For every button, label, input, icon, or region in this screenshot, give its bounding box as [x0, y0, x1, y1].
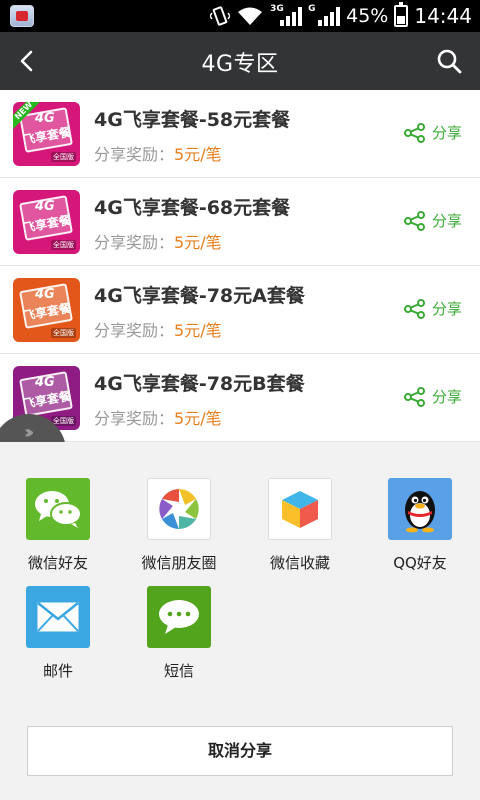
share-icon	[403, 298, 425, 319]
share-button[interactable]: 分享	[403, 298, 462, 319]
reward-text: 分享奖励：5元/笔	[94, 145, 222, 164]
search-icon	[437, 49, 462, 74]
battery-icon	[394, 2, 409, 27]
package-row[interactable]: 4G 飞享套餐 全国版 NEW 4G飞享套餐-58元套餐 分享奖励：5元/笔 分…	[0, 90, 480, 178]
share-icon	[403, 210, 425, 231]
clock: 14:44	[414, 4, 472, 28]
package-row[interactable]: 4G 飞享套餐 全国版 4G飞享套餐-78元A套餐 分享奖励：5元/笔 分享	[0, 266, 480, 354]
package-title: 4G飞享套餐-68元套餐	[94, 197, 291, 219]
share-icon	[403, 386, 425, 407]
package-list: 4G 飞享套餐 全国版 NEW 4G飞享套餐-58元套餐 分享奖励：5元/笔 分…	[0, 90, 480, 442]
share-wechat-moments[interactable]: 微信朋友圈	[124, 478, 234, 573]
cancel-share-button[interactable]: 取消分享	[27, 726, 453, 776]
search-button[interactable]	[432, 44, 466, 78]
moments-icon	[147, 478, 211, 540]
share-button[interactable]: 分享	[403, 210, 462, 231]
share-button[interactable]: 分享	[403, 122, 462, 143]
share-sheet: 微信好友 微信朋友圈 微信收藏 QQ好友 邮件 短信 取消分享	[0, 442, 480, 800]
package-thumbnail: 4G 飞享套餐 全国版	[13, 278, 80, 342]
double-chevron-icon: ›››	[24, 422, 35, 443]
package-row[interactable]: 4G 飞享套餐 全国版 4G飞享套餐-78元B套餐 分享奖励：5元/笔 分享	[0, 354, 480, 442]
wechat-icon	[26, 478, 90, 540]
package-thumbnail: 4G 飞享套餐 全国版	[13, 190, 80, 254]
signal-3g-icon: 3G	[270, 4, 303, 26]
wifi-icon	[236, 6, 264, 26]
notification-app-icon	[10, 5, 34, 27]
share-wechat-favorites[interactable]: 微信收藏	[245, 478, 355, 573]
package-title: 4G飞享套餐-78元B套餐	[94, 373, 305, 395]
sms-icon	[147, 586, 211, 648]
battery-percent: 45%	[346, 5, 389, 27]
vibrate-icon	[210, 6, 231, 26]
share-icon	[403, 122, 425, 143]
share-qq-friends[interactable]: QQ好友	[365, 478, 475, 573]
mail-icon	[26, 586, 90, 648]
share-mail[interactable]: 邮件	[3, 586, 113, 681]
title-bar: 4G专区	[0, 32, 480, 90]
signal-g-icon: G	[308, 4, 341, 26]
share-wechat-friends[interactable]: 微信好友	[3, 478, 113, 573]
reward-text: 分享奖励：5元/笔	[94, 233, 222, 252]
status-bar: 3G G 45% 14:44	[0, 0, 480, 32]
qq-penguin-icon	[388, 478, 452, 540]
reward-text: 分享奖励：5元/笔	[94, 321, 222, 340]
favorites-cube-icon	[268, 478, 332, 540]
share-sms[interactable]: 短信	[124, 586, 234, 681]
package-row[interactable]: 4G 飞享套餐 全国版 4G飞享套餐-68元套餐 分享奖励：5元/笔 分享	[0, 178, 480, 266]
page-title: 4G专区	[201, 52, 279, 77]
package-thumbnail: 4G 飞享套餐 全国版 NEW	[13, 102, 80, 166]
share-button[interactable]: 分享	[403, 386, 462, 407]
package-title: 4G飞享套餐-58元套餐	[94, 109, 291, 131]
reward-text: 分享奖励：5元/笔	[94, 409, 222, 428]
package-title: 4G飞享套餐-78元A套餐	[94, 285, 305, 307]
